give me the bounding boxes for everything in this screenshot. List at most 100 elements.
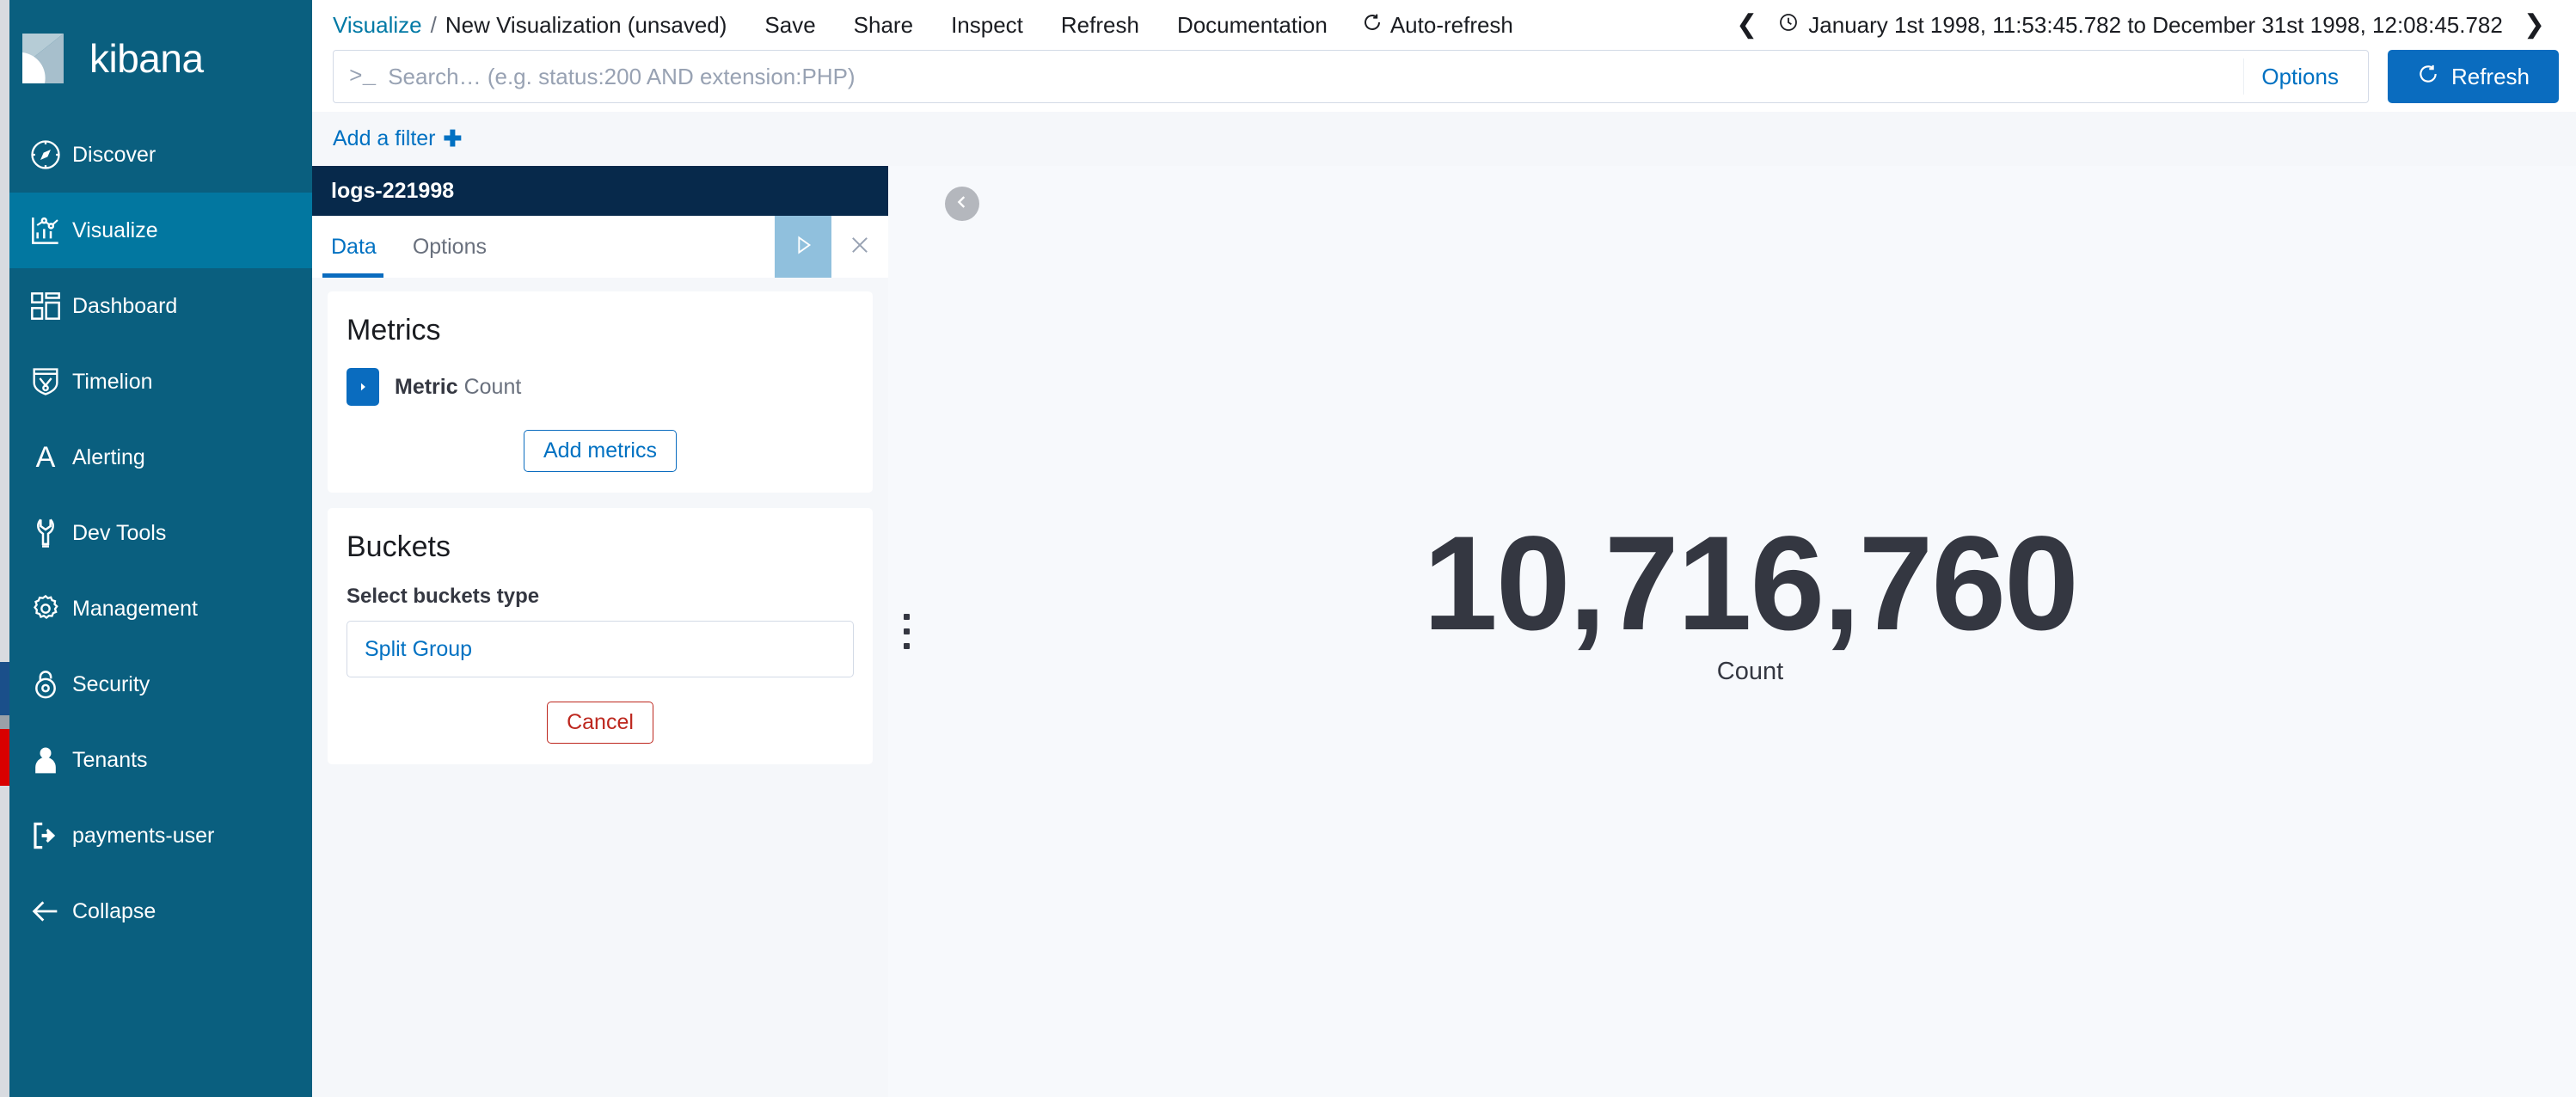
tab-options[interactable]: Options	[394, 216, 504, 278]
vertical-dots-icon	[903, 614, 910, 649]
query-bar-row: >_ Options Refresh	[312, 50, 2576, 112]
metric-value: 10,716,760	[1423, 509, 2079, 659]
visualization-panel: 10,716,760 Count	[888, 166, 2576, 1097]
auto-refresh-label: Auto-refresh	[1389, 11, 1513, 38]
wrench-icon	[19, 516, 72, 550]
chevron-left-circle-icon	[953, 193, 972, 216]
sidebar-item-alerting[interactable]: A Alerting	[0, 420, 312, 495]
query-bar[interactable]: >_ Options	[333, 50, 2369, 103]
sidebar-item-label: Collapse	[72, 898, 156, 923]
sidebar-item-management[interactable]: Management	[0, 571, 312, 647]
compass-icon	[19, 138, 72, 172]
editor-tab-bar: Data Options	[312, 216, 888, 278]
edge-strip-gray-segment	[0, 715, 9, 729]
discard-changes-button[interactable]	[831, 216, 888, 278]
sidebar-item-tenants[interactable]: Tenants	[0, 722, 312, 798]
sidebar-item-security[interactable]: Security	[0, 647, 312, 722]
gear-icon	[19, 591, 72, 626]
sidebar-item-label: Security	[72, 671, 150, 696]
tab-data[interactable]: Data	[312, 216, 394, 278]
top-navigation-bar: Visualize / New Visualization (unsaved) …	[312, 0, 2576, 50]
caret-right-icon[interactable]	[347, 368, 379, 406]
edge-strip-blue-segment	[0, 662, 9, 715]
logout-icon	[19, 819, 72, 852]
apply-changes-button[interactable]	[775, 216, 831, 278]
sidebar-item-label: Dev Tools	[72, 520, 167, 545]
visualization-editor-panel: logs-221998 Data Options Metrics Metric …	[312, 166, 888, 1097]
metric-aggregation-row[interactable]: Metric Count	[347, 368, 854, 406]
filter-bar-row: Add a filter ✚	[312, 112, 2576, 166]
sidebar-item-visualize[interactable]: Visualize	[0, 193, 312, 268]
arrow-left-icon	[19, 894, 72, 928]
inspect-button[interactable]: Inspect	[932, 12, 1042, 39]
clock-icon	[1778, 12, 1799, 39]
dashboard-grid-icon	[19, 289, 72, 323]
editor-visualization-split: logs-221998 Data Options Metrics Metric …	[312, 166, 2576, 1097]
lock-icon	[19, 667, 72, 702]
documentation-button[interactable]: Documentation	[1158, 12, 1346, 39]
metrics-button-row: Add metrics	[347, 430, 854, 472]
sidebar-item-label: Timelion	[72, 369, 153, 394]
editor-scroll-area: Metrics Metric Count Add metrics Buckets…	[312, 278, 888, 1097]
metrics-card: Metrics Metric Count Add metrics	[328, 291, 873, 493]
sidebar-item-label: Tenants	[72, 747, 148, 772]
sidebar-bottom-nav: payments-user Collapse	[0, 798, 312, 958]
buckets-card: Buckets Select buckets type Split Group …	[328, 508, 873, 764]
share-button[interactable]: Share	[835, 12, 932, 39]
metrics-heading: Metrics	[347, 314, 441, 346]
bucket-type-option-split-group[interactable]: Split Group	[347, 621, 854, 677]
buckets-button-row: Cancel	[347, 702, 854, 744]
sidebar-item-payments-user[interactable]: payments-user	[0, 798, 312, 873]
panel-resize-handle[interactable]	[888, 166, 924, 1097]
refresh-button[interactable]: Refresh	[1042, 12, 1158, 39]
chevron-right-icon[interactable]: ❯	[2510, 12, 2559, 38]
add-filter-button[interactable]: Add a filter ✚	[333, 126, 462, 152]
timelion-shield-icon	[19, 365, 72, 399]
query-prompt-icon: >_	[349, 64, 377, 89]
time-range-picker[interactable]: January 1st 1998, 11:53:45.782 to Decemb…	[1771, 12, 2510, 39]
kibana-app: kibana Discover Visualize Dashboard Time…	[0, 0, 2576, 1097]
sidebar-item-dev-tools[interactable]: Dev Tools	[0, 495, 312, 571]
tab-spacer	[504, 216, 775, 278]
breadcrumb-current-title: New Visualization (unsaved)	[445, 11, 727, 38]
main-region: Visualize / New Visualization (unsaved) …	[312, 0, 2576, 1097]
sidebar-item-label: Alerting	[72, 444, 145, 469]
refresh-cycle-icon	[1362, 12, 1383, 39]
breadcrumb-separator: /	[430, 11, 437, 38]
sidebar-item-label: Dashboard	[72, 293, 178, 318]
index-pattern-title: logs-221998	[312, 166, 888, 216]
select-buckets-type-label: Select buckets type	[347, 585, 540, 608]
metric-aggregation-name: Metric	[395, 374, 458, 399]
refresh-query-button[interactable]: Refresh	[2387, 50, 2559, 103]
visualization-canvas: 10,716,760 Count	[924, 166, 2576, 1097]
sidebar-item-label: Management	[72, 596, 198, 621]
sidebar-item-label: payments-user	[72, 823, 215, 848]
search-input[interactable]	[388, 63, 2244, 90]
user-icon	[19, 743, 72, 777]
kibana-brand-label: kibana	[89, 36, 204, 81]
cancel-button[interactable]: Cancel	[547, 702, 653, 744]
sidebar-item-timelion[interactable]: Timelion	[0, 344, 312, 420]
save-button[interactable]: Save	[764, 12, 834, 39]
refresh-cycle-icon	[2417, 63, 2439, 91]
time-range-label: January 1st 1998, 11:53:45.782 to Decemb…	[1808, 11, 2503, 38]
kibana-brand[interactable]: kibana	[0, 0, 312, 117]
auto-refresh-button[interactable]: Auto-refresh	[1346, 12, 1529, 39]
global-nav-sidebar: kibana Discover Visualize Dashboard Time…	[0, 0, 312, 1097]
sidebar-item-dashboard[interactable]: Dashboard	[0, 268, 312, 344]
add-filter-label: Add a filter	[333, 126, 436, 150]
sidebar-nav: Discover Visualize Dashboard Timelion A …	[0, 117, 312, 798]
sidebar-item-label: Visualize	[72, 218, 158, 242]
visualize-chart-icon	[19, 213, 72, 248]
sidebar-item-discover[interactable]: Discover	[0, 117, 312, 193]
collapse-editor-button[interactable]	[945, 187, 979, 221]
add-metrics-button[interactable]: Add metrics	[524, 430, 677, 472]
query-options-button[interactable]: Options	[2243, 58, 2356, 95]
refresh-query-label: Refresh	[2450, 63, 2530, 89]
metric-visualization: 10,716,760 Count	[1423, 509, 2079, 686]
left-edge-strip	[0, 0, 9, 1097]
chevron-left-icon[interactable]: ❮	[1722, 12, 1771, 38]
breadcrumb-visualize-link[interactable]: Visualize	[333, 12, 422, 39]
sidebar-item-collapse[interactable]: Collapse	[0, 873, 312, 949]
metric-aggregation-label: Metric Count	[395, 375, 521, 400]
